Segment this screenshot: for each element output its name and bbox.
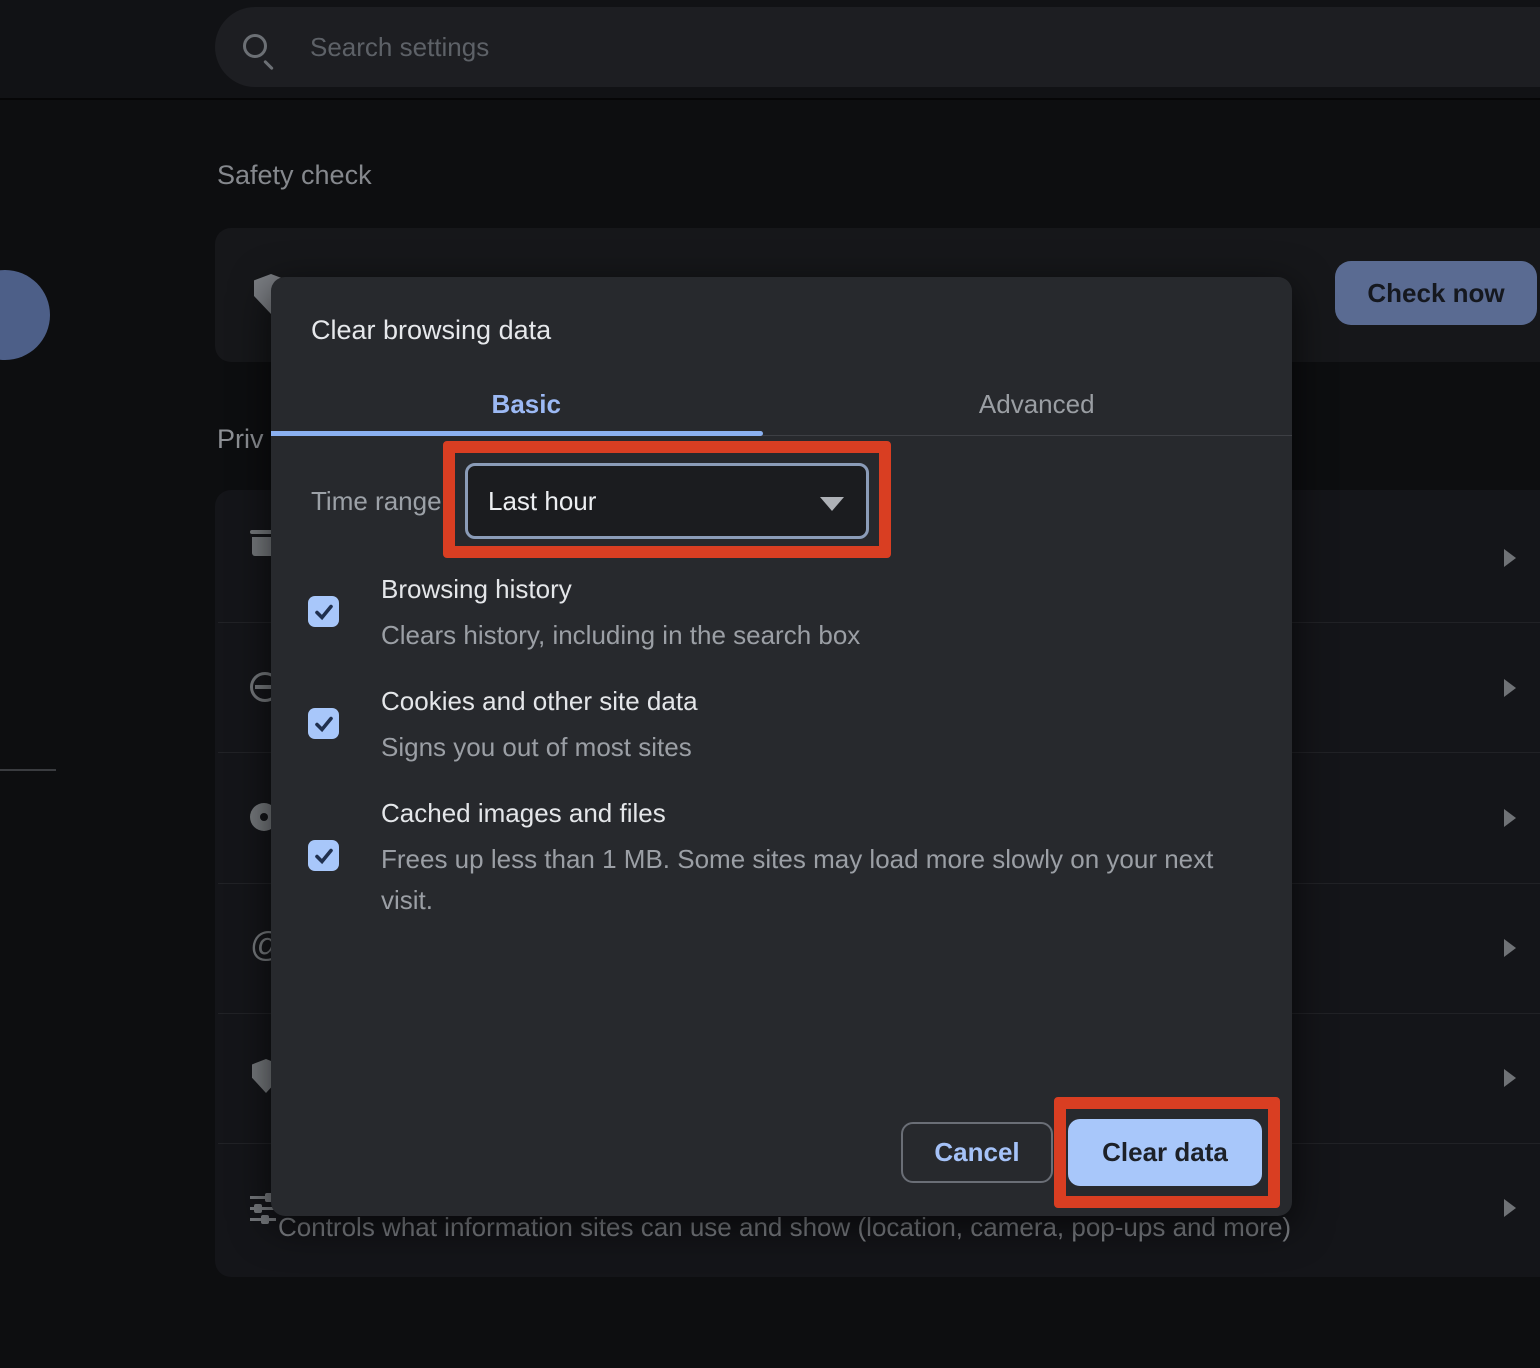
cached-images-checkbox[interactable] — [308, 840, 339, 871]
annotation-box-time-range — [443, 441, 891, 558]
option-description: Frees up less than 1 MB. Some sites may … — [381, 844, 1214, 915]
chevron-right-icon[interactable] — [1504, 939, 1516, 957]
browsing-history-checkbox[interactable] — [308, 596, 339, 627]
clear-browsing-data-dialog: Clear browsing data Basic Advanced Time … — [271, 277, 1292, 1216]
nav-highlight-circle — [0, 270, 50, 360]
cancel-button[interactable]: Cancel — [901, 1122, 1053, 1183]
chevron-right-icon[interactable] — [1504, 809, 1516, 827]
option-description: Clears history, including in the search … — [381, 620, 861, 650]
option-title: Cached images and files — [381, 798, 666, 828]
cookies-checkbox[interactable] — [308, 708, 339, 739]
dialog-title: Clear browsing data — [311, 315, 552, 345]
check-now-button[interactable]: Check now — [1335, 261, 1537, 325]
option-title: Browsing history — [381, 574, 572, 604]
search-placeholder: Search settings — [310, 31, 490, 62]
safety-check-heading: Safety check — [217, 160, 372, 190]
dialog-tabs: Basic Advanced — [271, 375, 1292, 433]
search-icon — [243, 34, 267, 58]
checkmark-icon — [314, 716, 333, 732]
sidebar-divider — [0, 769, 56, 771]
checkmark-icon — [314, 848, 333, 864]
site-settings-subtitle: Controls what information sites can use … — [278, 1212, 1292, 1242]
tab-basic[interactable]: Basic — [271, 375, 782, 433]
tab-advanced[interactable]: Advanced — [782, 375, 1293, 433]
privacy-heading-partial: Priv — [217, 424, 264, 454]
active-tab-underline — [271, 431, 763, 436]
settings-header: Search settings — [0, 0, 1540, 100]
chevron-right-icon[interactable] — [1504, 679, 1516, 697]
chevron-right-icon[interactable] — [1504, 549, 1516, 567]
option-title: Cookies and other site data — [381, 686, 698, 716]
search-input[interactable]: Search settings — [215, 7, 1540, 87]
time-range-label: Time range — [311, 485, 442, 516]
annotation-box-clear-data — [1054, 1097, 1280, 1208]
option-description: Signs you out of most sites — [381, 732, 692, 762]
chevron-right-icon[interactable] — [1504, 1199, 1516, 1217]
chrome-settings-page: Search settings Safety check Check now P… — [0, 0, 1540, 1368]
checkmark-icon — [314, 604, 333, 620]
chevron-right-icon[interactable] — [1504, 1069, 1516, 1087]
